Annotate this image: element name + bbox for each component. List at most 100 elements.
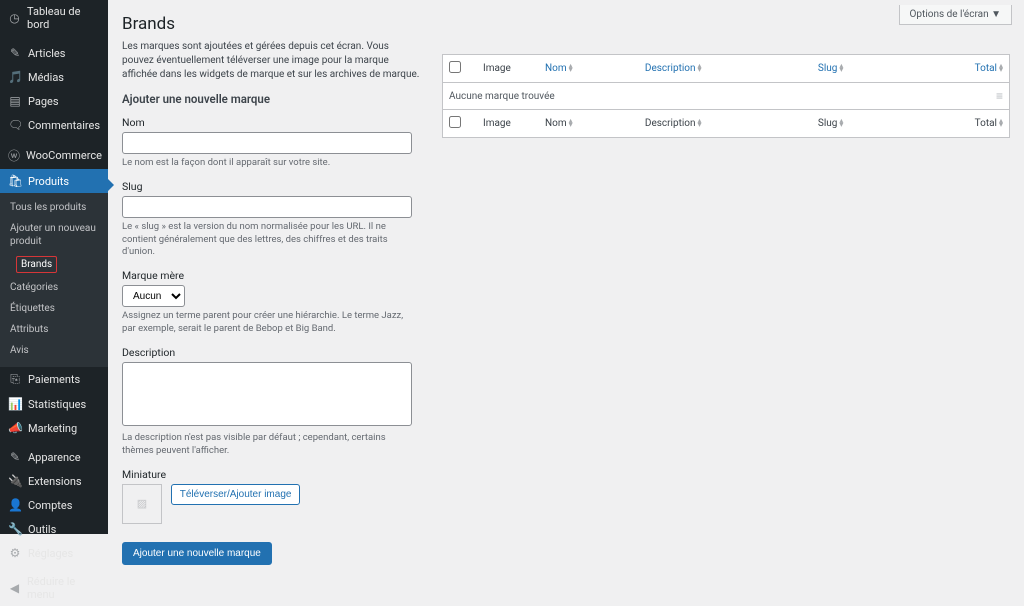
placeholder-icon: ▨ bbox=[137, 497, 147, 510]
no-items-row: Aucune marque trouvée bbox=[443, 83, 907, 110]
col-description-footer[interactable]: Description▴▾ bbox=[639, 110, 812, 138]
megaphone-icon: 📣 bbox=[8, 421, 22, 435]
menu-comments[interactable]: 🗨 Commentaires bbox=[0, 113, 108, 137]
menu-label: Apparence bbox=[28, 451, 81, 464]
row-options-icon[interactable]: ≡ bbox=[996, 89, 1003, 103]
menu-payments[interactable]: ⎘ Paiements bbox=[0, 367, 108, 392]
media-icon: 🎵 bbox=[8, 70, 22, 84]
col-slug[interactable]: Slug▴▾ bbox=[812, 55, 907, 83]
add-brand-form: Les marques sont ajoutées et gérées depu… bbox=[122, 40, 422, 565]
user-icon: 👤 bbox=[8, 498, 22, 512]
menu-settings[interactable]: ⚙Réglages bbox=[0, 541, 108, 565]
menu-posts[interactable]: ✎ Articles bbox=[0, 41, 108, 65]
add-title: Ajouter une nouvelle marque bbox=[122, 92, 422, 106]
stats-icon: 📊 bbox=[8, 397, 22, 411]
col-total-footer[interactable]: Total▴▾ bbox=[906, 110, 1009, 138]
comment-icon: 🗨 bbox=[8, 118, 22, 132]
payments-icon: ⎘ bbox=[8, 372, 22, 387]
menu-tools[interactable]: 🔧Outils bbox=[0, 517, 108, 541]
sort-icon: ▴▾ bbox=[698, 64, 702, 74]
sort-icon: ▴▾ bbox=[839, 64, 843, 74]
select-all-footer-checkbox[interactable] bbox=[449, 116, 461, 128]
menu-label: Réduire le menu bbox=[27, 575, 100, 601]
menu-woocommerce[interactable]: ⓦ WooCommerce bbox=[0, 142, 108, 169]
slug-label: Slug bbox=[122, 180, 422, 193]
menu-dashboard[interactable]: ◷ Tableau de bord bbox=[0, 0, 108, 36]
screen-options-toggle[interactable]: Options de l'écran ▼ bbox=[899, 5, 1012, 25]
menu-label: Paiements bbox=[28, 373, 80, 386]
submenu-add-product[interactable]: Ajouter un nouveau produit bbox=[0, 218, 108, 252]
content-area: Options de l'écran ▼ Brands Les marques … bbox=[108, 0, 1024, 534]
slug-help: Le « slug » est la version du nom normal… bbox=[122, 221, 418, 259]
collapse-icon: ◀ bbox=[8, 581, 21, 595]
page-title: Brands bbox=[108, 0, 1024, 40]
sort-icon: ▴▾ bbox=[999, 64, 1003, 74]
menu-pages[interactable]: ▤ Pages bbox=[0, 89, 108, 113]
admin-sidebar: ◷ Tableau de bord ✎ Articles 🎵 Médias ▤ Page… bbox=[0, 0, 108, 534]
col-name[interactable]: Nom▴▾ bbox=[539, 55, 639, 83]
col-total[interactable]: Total▴▾ bbox=[906, 55, 1009, 83]
name-label: Nom bbox=[122, 116, 422, 129]
menu-label: Comptes bbox=[28, 499, 72, 512]
brush-icon: ✎ bbox=[8, 450, 22, 464]
slug-input[interactable] bbox=[122, 196, 412, 218]
col-image: Image bbox=[477, 55, 539, 83]
intro-text: Les marques sont ajoutées et gérées depu… bbox=[122, 40, 422, 82]
menu-collapse[interactable]: ◀ Réduire le menu bbox=[0, 570, 108, 606]
menu-label: Pages bbox=[28, 95, 59, 108]
page-icon: ▤ bbox=[8, 94, 22, 108]
dashboard-icon: ◷ bbox=[8, 11, 21, 25]
submenu-categories[interactable]: Catégories bbox=[0, 277, 108, 298]
menu-plugins[interactable]: 🔌Extensions bbox=[0, 469, 108, 493]
sort-icon: ▴▾ bbox=[569, 64, 573, 74]
parent-help: Assignez un terme parent pour créer une … bbox=[122, 310, 418, 336]
submenu-brands[interactable]: Brands bbox=[0, 252, 108, 277]
col-slug-footer[interactable]: Slug▴▾ bbox=[812, 110, 907, 138]
upload-image-button[interactable]: Téléverser/Ajouter image bbox=[171, 484, 301, 505]
col-description[interactable]: Description▴▾ bbox=[639, 55, 812, 83]
menu-media[interactable]: 🎵 Médias bbox=[0, 65, 108, 89]
menu-label: Statistiques bbox=[28, 398, 86, 411]
sort-icon: ▴▾ bbox=[569, 119, 573, 129]
menu-stats[interactable]: 📊 Statistiques bbox=[0, 392, 108, 416]
sort-icon: ▴▾ bbox=[698, 119, 702, 129]
add-brand-button[interactable]: Ajouter une nouvelle marque bbox=[122, 542, 272, 565]
parent-select[interactable]: Aucun bbox=[122, 285, 185, 307]
menu-label: Extensions bbox=[28, 475, 82, 488]
menu-label: Réglages bbox=[28, 547, 73, 560]
brands-table-wrapper: Image Nom▴▾ Description▴▾ Slug▴▾ Total▴▾… bbox=[442, 40, 1010, 565]
parent-label: Marque mère bbox=[122, 269, 422, 282]
submenu-reviews[interactable]: Avis bbox=[0, 340, 108, 361]
submenu-all-products[interactable]: Tous les produits bbox=[0, 197, 108, 218]
products-submenu: Tous les produits Ajouter un nouveau pro… bbox=[0, 193, 108, 367]
sort-icon: ▴▾ bbox=[999, 119, 1003, 129]
bag-icon: 🛍 bbox=[8, 174, 22, 188]
description-label: Description bbox=[122, 346, 422, 359]
menu-label: Médias bbox=[28, 71, 64, 84]
thumbnail-placeholder: ▨ bbox=[122, 484, 162, 524]
menu-marketing[interactable]: 📣 Marketing bbox=[0, 416, 108, 440]
menu-users[interactable]: 👤 Comptes bbox=[0, 493, 108, 517]
description-help: La description n'est pas visible par déf… bbox=[122, 432, 418, 458]
menu-label: Produits bbox=[28, 175, 69, 188]
menu-label: Articles bbox=[28, 47, 65, 60]
name-input[interactable] bbox=[122, 132, 412, 154]
sort-icon: ▴▾ bbox=[839, 119, 843, 129]
description-input[interactable] bbox=[122, 362, 412, 426]
woo-icon: ⓦ bbox=[8, 147, 20, 164]
menu-products[interactable]: 🛍 Produits bbox=[0, 169, 108, 193]
menu-label: WooCommerce bbox=[26, 149, 102, 162]
brands-table: Image Nom▴▾ Description▴▾ Slug▴▾ Total▴▾… bbox=[442, 54, 1010, 138]
menu-label: Tableau de bord bbox=[27, 5, 100, 31]
thumbnail-label: Miniature bbox=[122, 468, 422, 481]
name-help: Le nom est la façon dont il apparaît sur… bbox=[122, 157, 418, 170]
menu-label: Marketing bbox=[28, 422, 77, 435]
menu-appearance[interactable]: ✎ Apparence bbox=[0, 445, 108, 469]
submenu-tags[interactable]: Étiquettes bbox=[0, 298, 108, 319]
select-all-checkbox[interactable] bbox=[449, 61, 461, 73]
pin-icon: ✎ bbox=[8, 46, 22, 60]
col-name-footer[interactable]: Nom▴▾ bbox=[539, 110, 639, 138]
menu-label: Commentaires bbox=[28, 119, 100, 132]
submenu-attributes[interactable]: Attributs bbox=[0, 319, 108, 340]
col-image-footer: Image bbox=[477, 110, 539, 138]
